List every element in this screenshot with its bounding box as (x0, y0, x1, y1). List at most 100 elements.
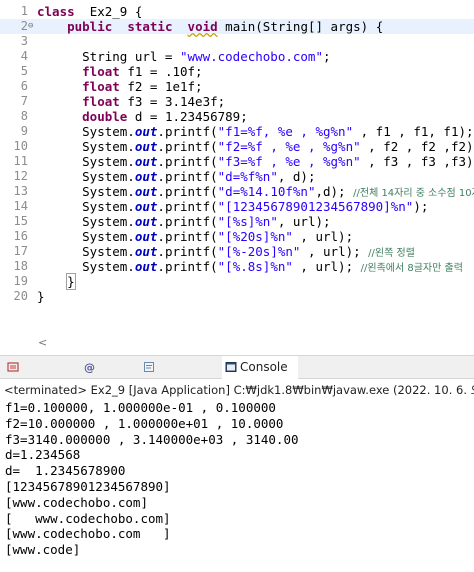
code-token: , d); (277, 169, 316, 184)
line-number: 15 (13, 214, 28, 228)
code-text: } (37, 289, 45, 304)
console-view[interactable]: <terminated> Ex2_9 [Java Application] C:… (0, 380, 474, 572)
code-line[interactable]: 4 String url = "www.codechobo.com"; (0, 49, 474, 64)
code-line[interactable]: 16 System.out.printf("[%20s]%n" , url); (0, 229, 474, 244)
code-comment: //왼족에서 8글자만 출력 (360, 263, 463, 274)
tab-problems[interactable]: Problems (4, 356, 76, 397)
tab-declaration[interactable]: Declaration (140, 356, 220, 397)
code-text: System.out.printf("f2=%f , %e , %g%n" , … (37, 139, 474, 154)
code-line[interactable]: 5 float f1 = .10f; (0, 64, 474, 79)
code-token: } (66, 273, 76, 290)
line-number: 18 (13, 259, 28, 273)
code-line[interactable]: 12 System.out.printf("d=%f%n", d); (0, 169, 474, 184)
code-text: System.out.printf("[12345678901234567890… (37, 199, 428, 214)
tab-console[interactable]: Console☒ (222, 356, 298, 397)
code-token: System. (37, 259, 135, 274)
code-token: out (134, 214, 158, 229)
code-line[interactable]: 20} (0, 289, 474, 304)
code-line[interactable]: 6 float f2 = 1e1f; (0, 79, 474, 94)
code-keyword: float (82, 79, 120, 94)
fold-collapse-icon[interactable]: ⊖ (28, 22, 37, 31)
code-comment: //전체 14자리 중 소수점 10자리 (353, 188, 474, 199)
line-number: 1 (20, 4, 28, 18)
line-number: 13 (13, 184, 28, 198)
code-token: out (134, 229, 158, 244)
code-token: , f1 , f1, f1); (353, 124, 474, 139)
code-token: System. (37, 214, 135, 229)
code-token: , url); (277, 214, 331, 229)
code-line[interactable]: 11 System.out.printf("f3=%f , %e , %g%n"… (0, 154, 474, 169)
code-line[interactable]: 19 } (0, 273, 474, 290)
tab-javadoc[interactable]: @Javadoc (80, 356, 138, 397)
line-number: 9 (20, 124, 28, 138)
code-token: out (134, 244, 158, 259)
svg-text:@: @ (84, 361, 95, 373)
code-line[interactable]: 1 class Ex2_9 { (0, 4, 474, 19)
line-number: 8 (20, 109, 28, 123)
code-token: out (134, 199, 158, 214)
code-line[interactable]: 15 System.out.printf("[%s]%n", url); (0, 214, 474, 229)
code-text: } (37, 273, 76, 290)
console-output-line: [www.codechobo.com] (5, 494, 148, 510)
view-tab-bar: Problems@JavadocDeclarationConsole☒ (0, 355, 474, 397)
horizontal-scrollbar[interactable]: < (0, 336, 474, 350)
code-line[interactable]: 13 System.out.printf("d=%14.10f%n",d); /… (0, 184, 474, 199)
code-string: "d=%f%n" (217, 169, 278, 184)
code-text: System.out.printf("d=%f%n", d); (37, 169, 316, 184)
code-line[interactable]: 17 System.out.printf("[%-20s]%n" , url);… (0, 244, 474, 259)
code-text: System.out.printf("f3=%f , %e , %g%n" , … (37, 154, 474, 169)
code-line[interactable]: 9 System.out.printf("f1=%f, %e , %g%n" ,… (0, 124, 474, 139)
line-number: 2 (20, 19, 28, 33)
code-text: float f2 = 1e1f; (37, 79, 202, 94)
code-keyword: public (67, 19, 113, 34)
code-token: out (134, 124, 158, 139)
console-output-line: [ www.codechobo.com] (5, 510, 171, 526)
code-token: System. (37, 229, 135, 244)
code-line[interactable]: 18 System.out.printf("[%.8s]%n" , url); … (0, 259, 474, 274)
code-string: "f1=%f, %e , %g%n" (217, 124, 354, 139)
line-number: 12 (13, 169, 28, 183)
code-text: System.out.printf("[%20s]%n" , url); (37, 229, 353, 244)
code-token: System. (37, 184, 135, 199)
line-number: 17 (13, 244, 28, 258)
line-number: 14 (13, 199, 28, 213)
line-number: 7 (20, 94, 28, 108)
code-token: out (134, 139, 158, 154)
code-token: .printf( (157, 214, 218, 229)
code-token: .printf( (157, 124, 218, 139)
code-string: "www.codechobo.com" (180, 49, 323, 64)
code-line[interactable]: 7 float f3 = 3.14e3f; (0, 94, 474, 109)
code-token: , url); (292, 259, 361, 274)
code-string: "d=%14.10f%n" (217, 184, 316, 199)
javadoc-icon: @ (83, 358, 95, 374)
code-text: double d = 1.23456789; (37, 109, 248, 124)
code-line[interactable]: 10 System.out.printf("f2=%f , %e , %g%n"… (0, 139, 474, 154)
code-text: class Ex2_9 { (37, 4, 142, 19)
code-line[interactable]: 14 System.out.printf("[12345678901234567… (0, 199, 474, 214)
line-number: 10 (13, 139, 28, 153)
line-number: 20 (13, 289, 28, 303)
line-number: 4 (20, 49, 28, 63)
code-token: .printf( (157, 244, 218, 259)
code-string: "[%.8s]%n" (217, 259, 293, 274)
code-editor[interactable]: 1 class Ex2_9 {2 ⊖ public static void main… (0, 0, 474, 352)
code-line[interactable]: 3 (0, 34, 474, 49)
console-output-line: [www.codechobo.com ] (5, 526, 171, 542)
code-token: } (37, 289, 45, 304)
code-line[interactable]: 2 ⊖ public static void main(String[] args… (0, 19, 474, 34)
scroll-left-arrow-icon[interactable]: < (38, 336, 47, 349)
code-string: "f3=%f , %e , %g%n" (217, 154, 361, 169)
code-token: , f3 , f3 ,f3); (360, 154, 474, 169)
line-number: 19 (13, 274, 28, 288)
code-token: out (134, 184, 158, 199)
code-token: out (134, 169, 158, 184)
code-line[interactable]: 8 double d = 1.23456789; (0, 109, 474, 124)
code-token: ; (323, 49, 331, 64)
code-token: .printf( (157, 154, 218, 169)
code-text: public static void main(String[] args) { (37, 19, 383, 34)
code-token: System. (37, 199, 135, 214)
